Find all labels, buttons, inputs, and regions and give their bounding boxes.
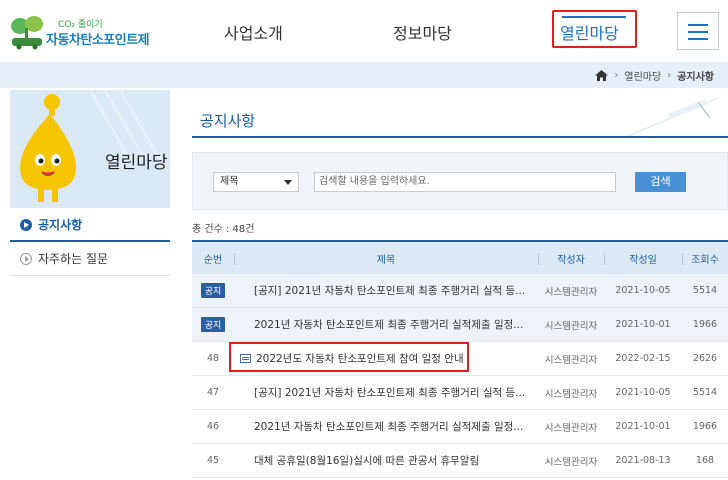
- row-num: 공지: [192, 274, 234, 307]
- logo-title: 자동차탄소포인트제: [46, 33, 150, 48]
- notice-badge: 공지: [200, 317, 226, 332]
- row-views: 5514: [692, 387, 718, 398]
- row-date: 2022-02-15: [615, 353, 671, 364]
- menu-bar-icon: [688, 31, 708, 33]
- title-underline: [192, 136, 728, 138]
- row-views: 1966: [692, 319, 718, 330]
- table-row[interactable]: 45 대체 공휴일(8월16일)실시에 따른 관공서 휴무알림 시스템관리자 2…: [192, 444, 728, 478]
- total-count: 총 건수 : 48건: [192, 224, 255, 235]
- row-title[interactable]: [공지] 2021년 자동차 탄소포인트제 최종 주행거리 실적 등...: [234, 376, 538, 409]
- row-highlight-box: [229, 342, 469, 372]
- row-writer: 시스템관리자: [544, 286, 598, 298]
- table-header: 순번 제목 작성자 작성일 조회수: [192, 240, 728, 274]
- chevron-circle-icon: [20, 253, 32, 265]
- sidebar-title: 열린마당: [105, 153, 168, 173]
- row-date: 2021-10-01: [615, 421, 671, 432]
- chevron-right-icon: ›: [614, 70, 619, 81]
- sidebar-menu: 공지사항 자주하는 질문: [10, 208, 170, 276]
- row-num: 48: [206, 353, 220, 364]
- header-views: 조회수: [682, 242, 728, 274]
- search-field-select[interactable]: 제목: [213, 172, 299, 192]
- table-row[interactable]: 46 2021년 자동차 탄소포인트제 최종 주행거리 실적제출 일정... 시…: [192, 410, 728, 444]
- sidebar-item-label: 자주하는 질문: [38, 252, 109, 266]
- breadcrumb-item[interactable]: 열린마당: [624, 68, 661, 83]
- table-row[interactable]: 공지 [공지] 2021년 자동차 탄소포인트제 최종 주행거리 실적 등...…: [192, 274, 728, 308]
- leaf-car-logo-icon: [11, 16, 43, 50]
- table-row[interactable]: 47 [공지] 2021년 자동차 탄소포인트제 최종 주행거리 실적 등...…: [192, 376, 728, 410]
- breadcrumb-bar: › 열린마당 › 공지사항: [0, 62, 728, 88]
- row-writer: 시스템관리자: [544, 388, 598, 400]
- home-icon[interactable]: [595, 70, 609, 81]
- header-num: 순번: [203, 254, 223, 266]
- row-writer: 시스템관리자: [544, 422, 598, 434]
- header: CO₂ 줄이기 자동차탄소포인트제 사업소개 정보마당 열린마당: [0, 0, 728, 62]
- row-num: 공지: [192, 308, 234, 341]
- nav-business-intro[interactable]: 사업소개: [224, 20, 283, 44]
- row-date: 2021-10-05: [615, 387, 671, 398]
- row-writer: 시스템관리자: [544, 320, 598, 332]
- hamburger-menu-button[interactable]: [677, 12, 719, 50]
- row-views: 2626: [692, 353, 718, 364]
- row-title[interactable]: 대체 공휴일(8월16일)실시에 따른 관공서 휴무알림: [234, 444, 538, 477]
- row-views: 168: [695, 455, 715, 466]
- main-content: 공지사항 제목 검색할 내용을 입력하세요. 검색 총 건수 : 48건 순번 …: [192, 88, 728, 480]
- play-circle-icon: [20, 219, 32, 231]
- sidebar-item-label: 공지사항: [38, 217, 83, 232]
- sidebar-item-notices[interactable]: 공지사항: [10, 208, 170, 242]
- row-num: 46: [206, 421, 220, 432]
- chevron-right-icon: ›: [667, 70, 672, 81]
- pencil-decoration-icon: [628, 98, 718, 137]
- row-writer: 시스템관리자: [544, 456, 598, 468]
- header-writer: 작성자: [538, 242, 604, 274]
- menu-bar-icon: [688, 24, 708, 26]
- menu-bar-icon: [688, 38, 708, 40]
- row-title[interactable]: 2021년 자동차 탄소포인트제 최종 주행거리 실적제출 일정...: [234, 308, 538, 341]
- nav-info-plaza[interactable]: 정보마당: [393, 20, 452, 44]
- row-title[interactable]: 2021년 자동차 탄소포인트제 최종 주행거리 실적제출 일정...: [234, 410, 538, 443]
- row-num: 47: [206, 387, 220, 398]
- row-title[interactable]: [공지] 2021년 자동차 탄소포인트제 최종 주행거리 실적 등...: [234, 274, 538, 307]
- row-date: 2021-10-05: [615, 285, 671, 296]
- header-date: 작성일: [604, 242, 682, 274]
- site-logo[interactable]: CO₂ 줄이기 자동차탄소포인트제: [8, 12, 168, 52]
- sidebar-hero: 열린마당: [10, 90, 170, 208]
- breadcrumb: › 열린마당 › 공지사항: [595, 68, 714, 83]
- page-title: 공지사항: [200, 112, 256, 130]
- row-num: 45: [206, 455, 220, 466]
- row-writer: 시스템관리자: [544, 354, 598, 366]
- notice-badge: 공지: [200, 283, 226, 298]
- row-views: 1966: [692, 421, 718, 432]
- row-date: 2021-10-01: [615, 319, 671, 330]
- row-date: 2021-08-13: [615, 455, 671, 466]
- sidebar-item-faq[interactable]: 자주하는 질문: [10, 242, 170, 276]
- search-button[interactable]: 검색: [635, 172, 686, 192]
- search-input[interactable]: 검색할 내용을 입력하세요.: [314, 172, 616, 192]
- search-panel: 제목 검색할 내용을 입력하세요. 검색: [192, 152, 728, 210]
- row-views: 5514: [692, 285, 718, 296]
- breadcrumb-current: 공지사항: [677, 72, 714, 83]
- table-row[interactable]: 공지 2021년 자동차 탄소포인트제 최종 주행거리 실적제출 일정... 시…: [192, 308, 728, 342]
- nav-highlight-box: [552, 10, 637, 48]
- header-title: 제목: [234, 242, 538, 274]
